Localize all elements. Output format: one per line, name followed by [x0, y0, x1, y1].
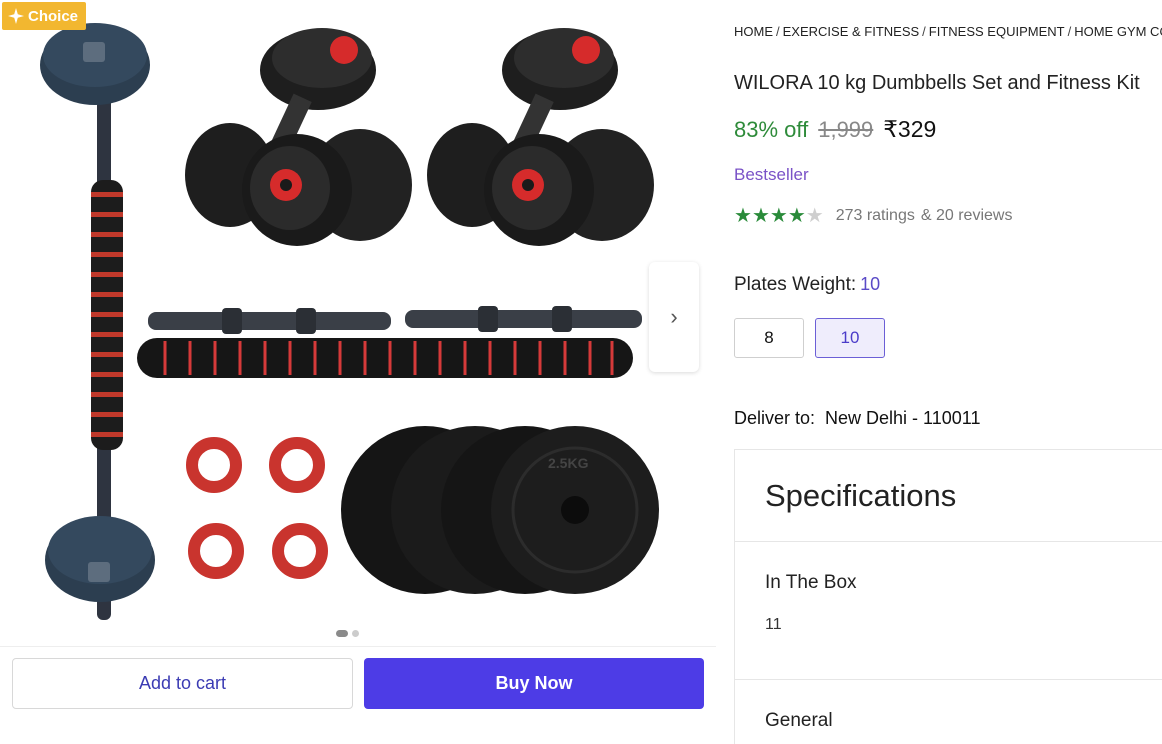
discount-label: 83% off [734, 117, 809, 142]
star-icon: ★ [769, 205, 788, 227]
product-gallery: Choice 2.5KG › Add to cart Buy Now [0, 0, 716, 744]
choice-badge-label: Choice [28, 7, 79, 25]
carousel-dots [336, 630, 359, 637]
deliver-to-label: Deliver to: [734, 408, 816, 428]
star-icon: ★ [734, 205, 752, 227]
spec-in-the-box-title: In The Box [765, 572, 857, 593]
mrp-price: 1,999 [818, 117, 874, 142]
plates-weight-label: Plates Weight: 10 [734, 274, 880, 296]
foam-connector [137, 338, 633, 378]
product-info: HOME / EXERCISE & FITNESS / FITNESS EQUIPMEN… [734, 0, 1162, 744]
delivery-info[interactable]: Deliver to: New Delhi - 110011 [734, 408, 980, 429]
selling-price: ₹329 [883, 116, 937, 142]
breadcrumb-home-gym[interactable]: HOME GYM COM [1074, 24, 1162, 39]
action-bar: Add to cart Buy Now [0, 646, 716, 720]
short-rods [148, 306, 642, 334]
plates-weight-text: Plates Weight: [734, 274, 857, 295]
product-image[interactable]: 2.5KG [0, 0, 700, 625]
weight-option-10[interactable]: 10 [815, 318, 885, 358]
lock-nuts [186, 437, 328, 579]
plates-weight-selected: 10 [860, 274, 881, 294]
spec-in-the-box: In The Box 11 [735, 542, 1162, 680]
plates-weight-options: 8 10 [734, 318, 885, 358]
spec-general-title: General [765, 710, 833, 731]
carousel-dot-active[interactable] [336, 630, 348, 637]
add-to-cart-button[interactable]: Add to cart [12, 658, 353, 709]
choice-badge: Choice [2, 2, 87, 30]
sparkle-icon [8, 8, 24, 24]
breadcrumb-fitness-equipment[interactable]: FITNESS EQUIPMENT [929, 24, 1065, 39]
delivery-location: New Delhi - 110011 [825, 408, 981, 428]
breadcrumb-home[interactable]: HOME [734, 24, 773, 39]
price-row: 83% off 1,999 ₹329 [734, 116, 936, 143]
chevron-right-icon: › [670, 304, 678, 329]
spec-in-the-box-value: 11 [765, 616, 782, 633]
star-icon: ★ [751, 205, 770, 227]
breadcrumb: HOME / EXERCISE & FITNESS / FITNESS EQUIPMEN… [734, 24, 1162, 39]
specifications-card: Specifications In The Box 11 General [734, 449, 1162, 744]
carousel-dot[interactable] [352, 630, 359, 637]
star-icon: ★ [787, 205, 806, 227]
next-image-button[interactable]: › [649, 262, 699, 372]
star-empty-icon: ★ [805, 205, 824, 227]
rating-row[interactable]: ★ ★ ★ ★ ★ 273 ratings & 20 reviews [734, 206, 1012, 226]
weight-option-8[interactable]: 8 [734, 318, 804, 358]
dumbbell-2 [427, 28, 654, 246]
barbell-vertical [40, 23, 155, 620]
specifications-heading: Specifications [735, 450, 1162, 542]
bestseller-badge: Bestseller [734, 165, 809, 184]
dumbbell-1 [185, 28, 412, 246]
weight-plates: 2.5KG [341, 426, 659, 594]
reviews-count: & 20 reviews [920, 207, 1013, 224]
ratings-count: 273 ratings [835, 207, 915, 224]
product-title: WILORA 10 kg Dumbbells Set and Fitness K… [734, 72, 1140, 94]
breadcrumb-exercise-fitness[interactable]: EXERCISE & FITNESS [783, 24, 920, 39]
plate-weight-text: 2.5KG [548, 455, 589, 471]
buy-now-button[interactable]: Buy Now [364, 658, 704, 709]
star-rating: ★ ★ ★ ★ ★ [734, 206, 824, 226]
